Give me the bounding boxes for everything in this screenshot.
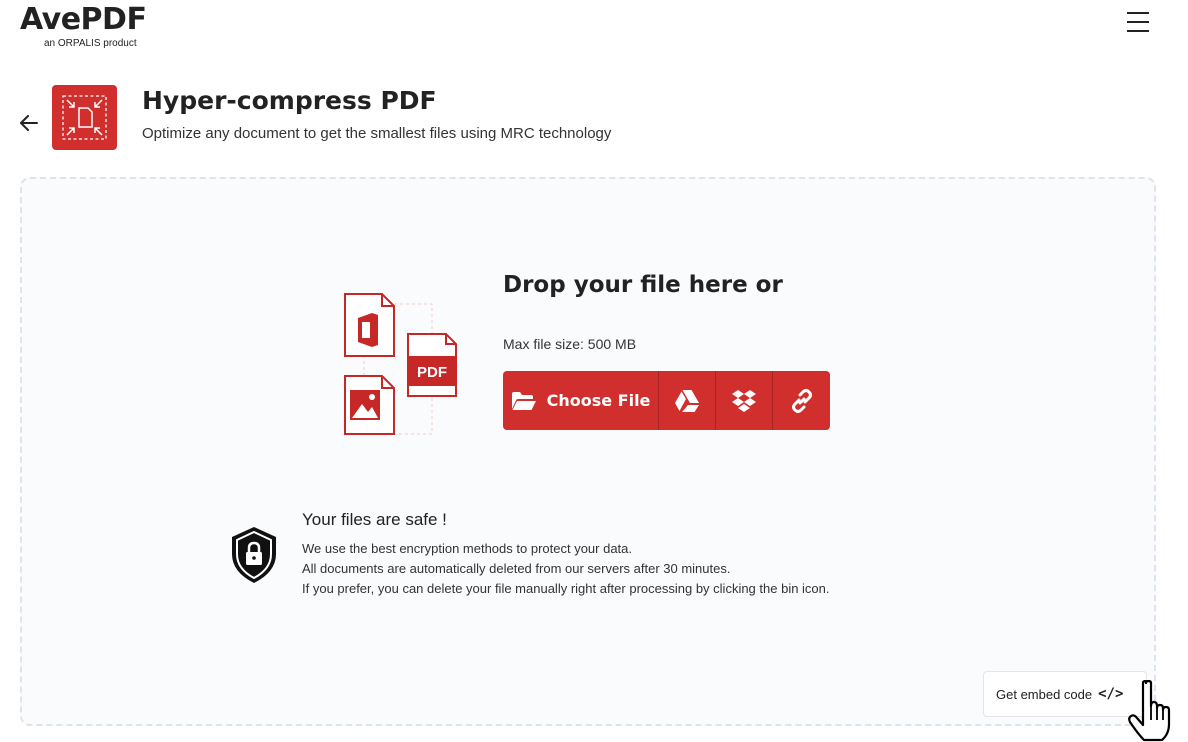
safety-line: If you prefer, you can delete your file …: [302, 581, 830, 596]
google-drive-button[interactable]: [659, 371, 716, 430]
upload-button-group: Choose File: [503, 371, 830, 430]
compress-document-icon: [52, 85, 117, 150]
choose-file-button[interactable]: Choose File: [503, 371, 659, 430]
page-title: Hyper-compress PDF: [142, 86, 437, 115]
hand-pointer-cursor-icon: [1128, 680, 1171, 742]
pdf-badge-label: PDF: [417, 364, 447, 381]
page-subtitle: Optimize any document to get the smalles…: [142, 125, 612, 142]
google-drive-icon: [675, 389, 699, 412]
dropbox-button[interactable]: [716, 371, 773, 430]
dropbox-icon: [732, 389, 756, 412]
safety-title: Your files are safe !: [302, 510, 447, 529]
get-embed-code-button[interactable]: Get embed code </>: [983, 671, 1147, 717]
link-icon: [791, 388, 812, 413]
choose-file-label: Choose File: [546, 391, 651, 410]
safety-line: All documents are automatically deleted …: [302, 561, 731, 576]
hamburger-menu-icon[interactable]: [1124, 8, 1152, 36]
back-arrow-icon[interactable]: [16, 110, 42, 136]
file-types-illustration: PDF: [344, 293, 457, 435]
safety-line: We use the best encryption methods to pr…: [302, 541, 633, 556]
folder-open-icon: [511, 391, 536, 410]
max-file-size: Max file size: 500 MB: [503, 336, 637, 352]
drop-title: Drop your file here or: [503, 272, 783, 298]
header: AvePDF an ORPALIS product: [0, 0, 1188, 60]
url-link-button[interactable]: [773, 371, 830, 430]
logo-subtitle: an ORPALIS product: [44, 38, 137, 49]
file-drop-zone[interactable]: [20, 177, 1156, 726]
shield-lock-icon: [232, 527, 276, 583]
logo[interactable]: AvePDF an ORPALIS product: [20, 2, 147, 49]
embed-label: Get embed code: [996, 686, 1093, 702]
logo-text: AvePDF: [20, 2, 147, 37]
code-icon: </>: [1098, 686, 1124, 702]
